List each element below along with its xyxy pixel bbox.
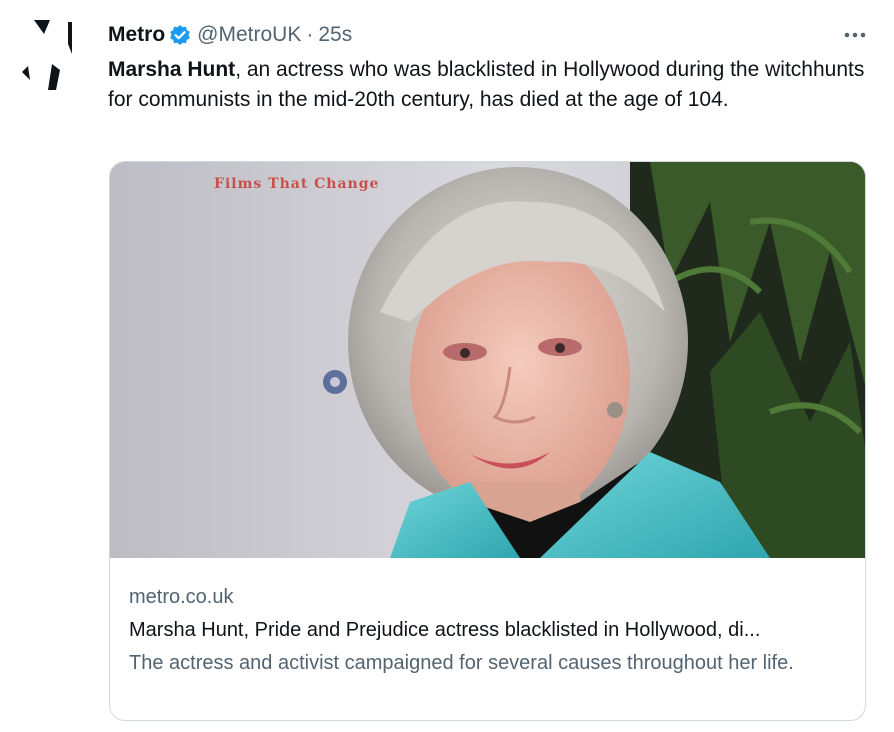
tweet-text: Marsha Hunt, an actress who was blacklis… bbox=[108, 55, 868, 115]
author-handle[interactable]: @MetroUK bbox=[197, 23, 301, 47]
verified-badge-icon bbox=[169, 24, 191, 46]
more-options-icon bbox=[844, 32, 866, 38]
tweet-text-bold: Marsha Hunt bbox=[108, 58, 236, 81]
timestamp[interactable]: 25s bbox=[318, 23, 352, 47]
backdrop-text: Films That Change bbox=[214, 176, 379, 192]
link-card[interactable]: Films That Change metro.co.uk Marsha Hun… bbox=[109, 161, 866, 721]
card-meta: metro.co.uk Marsha Hunt, Pride and Preju… bbox=[129, 572, 849, 678]
avatar[interactable] bbox=[16, 14, 96, 94]
card-description: The actress and activist campaigned for … bbox=[129, 652, 794, 674]
author-name[interactable]: Metro bbox=[108, 23, 165, 47]
separator-dot: · bbox=[306, 23, 314, 46]
metro-logo-icon bbox=[22, 20, 72, 90]
card-image[interactable]: Films That Change bbox=[110, 162, 866, 558]
card-title[interactable]: Marsha Hunt, Pride and Prejudice actress… bbox=[129, 615, 849, 645]
card-domain: metro.co.uk bbox=[129, 586, 234, 608]
more-options-button[interactable] bbox=[840, 22, 870, 48]
tweet-header: Metro @MetroUK · 25s bbox=[108, 20, 352, 50]
